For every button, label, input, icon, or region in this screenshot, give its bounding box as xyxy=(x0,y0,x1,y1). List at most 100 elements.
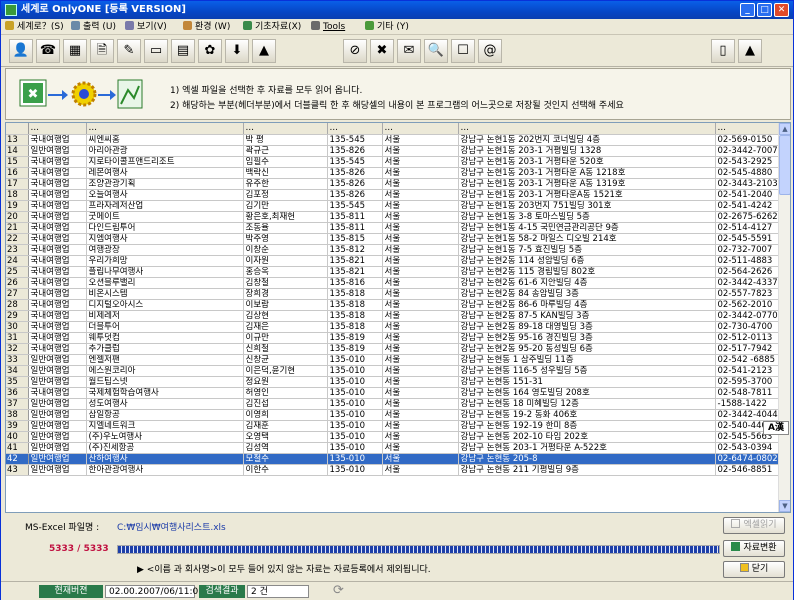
table-cell[interactable]: 135-826 xyxy=(327,189,383,201)
row-number[interactable] xyxy=(6,123,29,135)
table-cell[interactable]: 02-730-4700 xyxy=(715,321,780,333)
blank-page-button[interactable]: ☐ xyxy=(451,39,475,63)
table-cell[interactable]: 서울 xyxy=(382,134,459,146)
row-number[interactable]: 39 xyxy=(6,420,29,432)
email-button[interactable]: ✉ xyxy=(397,39,421,63)
row-number[interactable]: 42 xyxy=(6,453,29,465)
table-cell[interactable]: 강남구 논현2동 115 경림빌딩 802호 xyxy=(458,266,716,278)
table-cell[interactable]: 서울 xyxy=(382,310,459,322)
table-cell[interactable]: 02-517-7942 xyxy=(715,343,780,355)
table-cell[interactable]: 에스원코리아 xyxy=(86,365,244,377)
table-cell[interactable]: 국내여행업 xyxy=(28,233,87,245)
table-cell[interactable]: 서울 xyxy=(382,398,459,410)
row-number[interactable]: 43 xyxy=(6,464,29,476)
table-row[interactable]: 15 국내여행업 지로타이콜프앤드리조트 임필수 135-545 서울 강남구 논현1동 2… xyxy=(6,156,780,168)
row-number[interactable]: 41 xyxy=(6,442,29,454)
table-row[interactable]: 16 국내여행업 레몬여행사 백락신 135-826 서울 강남구 논현1동 203-1 거… xyxy=(6,167,780,179)
table-cell[interactable]: 국제체험학습여행사 xyxy=(86,387,244,399)
close-dialog-button[interactable]: 닫기 xyxy=(723,561,785,578)
table-row[interactable]: 23 국내여행업 여행광장 이창순 135-812 서울 강남구 논현1동 7-5 효진빌딩… xyxy=(6,244,780,256)
table-cell[interactable]: 서울 xyxy=(382,299,459,311)
table-cell[interactable]: 135-010 xyxy=(327,420,383,432)
table-cell[interactable]: 곽규근 xyxy=(243,145,328,157)
table-row[interactable]: 29 국내여행업 비제레저 김상현 135-818 서울 강남구 논현2동 87-5 KAN… xyxy=(6,310,780,322)
table-cell[interactable]: 02-514-4127 xyxy=(715,222,780,234)
table-cell[interactable]: 서울 xyxy=(382,332,459,344)
table-cell[interactable]: 강남구 논현동 18 미혜빌딩 12층 xyxy=(458,398,716,410)
table-cell[interactable]: 박 평 xyxy=(243,134,328,146)
table-row[interactable]: 32 국내여행업 추가클럽 신희철 135-819 서울 강남구 논현2동 95-20 동성… xyxy=(6,343,780,355)
table-cell[interactable]: 웨투덧컴 xyxy=(86,332,244,344)
table-row[interactable]: 33 일반여행업 엔젤저팬 신창균 135-010 서울 강남구 논현동 1 삼주빌딩 11… xyxy=(6,354,780,366)
row-number[interactable]: 27 xyxy=(6,288,29,300)
table-cell[interactable]: 서울 xyxy=(382,244,459,256)
table-cell[interactable]: 135-010 xyxy=(327,376,383,388)
table-cell[interactable]: … xyxy=(715,123,780,135)
table-cell[interactable]: 서울 xyxy=(382,233,459,245)
row-number[interactable]: 24 xyxy=(6,255,29,267)
row-number[interactable]: 38 xyxy=(6,409,29,421)
table-cell[interactable]: 비제레저 xyxy=(86,310,244,322)
table-cell[interactable]: 135-010 xyxy=(327,464,383,476)
table-cell[interactable]: 조동율 xyxy=(243,222,328,234)
table-cell[interactable]: 국내여행업 xyxy=(28,156,87,168)
table-row[interactable]: 38 일반여행업 삼일항공 이영희 135-010 서울 강남구 논현동 19-2 동화 4… xyxy=(6,409,780,421)
monitor-button[interactable]: ▭ xyxy=(144,39,168,63)
table-row[interactable]: 34 일반여행업 에스원코리아 이은덕,윤기현 135-010 서울 강남구 논현동 116… xyxy=(6,365,780,377)
table-cell[interactable]: 서울 xyxy=(382,365,459,377)
maximize-button[interactable]: □ xyxy=(757,3,772,17)
table-cell[interactable]: 서울 xyxy=(382,277,459,289)
row-number[interactable]: 17 xyxy=(6,178,29,190)
exit-door-button[interactable]: ▯ xyxy=(711,39,735,63)
table-cell[interactable]: 한아관광여행사 xyxy=(86,464,244,476)
table-cell[interactable]: 엔젤저팬 xyxy=(86,354,244,366)
table-cell[interactable]: 국내여행업 xyxy=(28,244,87,256)
table-cell[interactable]: 강남구 논현1동 203-1 거평타운 520호 xyxy=(458,156,716,168)
table-cell[interactable]: … xyxy=(327,123,383,135)
minimize-button[interactable]: _ xyxy=(740,3,755,17)
table-row[interactable]: 17 국내여행업 조양관광기획 유주한 135-826 서울 강남구 논현1동 203-1 … xyxy=(6,178,780,190)
table-cell[interactable]: 국내여행업 xyxy=(28,200,87,212)
table-cell[interactable]: 프라자레저산업 xyxy=(86,200,244,212)
calendar-button[interactable]: ▤ xyxy=(171,39,195,63)
document-button[interactable]: 🗎 xyxy=(90,39,114,63)
table-cell[interactable]: 서울 xyxy=(382,453,459,465)
table-cell[interactable]: … xyxy=(86,123,244,135)
table-row[interactable]: 26 국내여행업 오션블루밸리 김창철 135-816 서울 강남구 논현2동 61-6 지… xyxy=(6,277,780,289)
table-row[interactable]: 42 일반여행업 산하여행사 모철수 135-010 서울 강남구 논현동 205-8 02-… xyxy=(6,453,780,465)
table-cell[interactable]: 국내여행업 xyxy=(28,299,87,311)
table-cell[interactable]: 홍승옥 xyxy=(243,266,328,278)
table-cell[interactable]: 135-819 xyxy=(327,332,383,344)
table-cell[interactable]: 국내여행업 xyxy=(28,255,87,267)
table-cell[interactable]: 김성역 xyxy=(243,442,328,454)
table-cell[interactable]: 일반여행업 xyxy=(28,145,87,157)
table-cell[interactable]: 이한수 xyxy=(243,464,328,476)
table-row[interactable]: 27 국내여행업 비온시스템 장희경 135-818 서울 강남구 논현2동 84 송암빌딩… xyxy=(6,288,780,300)
table-cell[interactable]: … xyxy=(28,123,87,135)
table-cell[interactable]: 국내여행업 xyxy=(28,277,87,289)
table-row[interactable]: 19 국내여행업 프라자레저산업 김기만 135-545 서울 강남구 논현1동 203번지… xyxy=(6,200,780,212)
row-number[interactable]: 20 xyxy=(6,211,29,223)
row-number[interactable]: 28 xyxy=(6,299,29,311)
table-row[interactable]: 40 일반여행업 (주)우노여행사 오영택 135-010 서울 강남구 논현동 202-1… xyxy=(6,431,780,443)
table-cell[interactable]: 일반여행업 xyxy=(28,365,87,377)
table-header-row[interactable]: ………………… xyxy=(6,123,780,135)
table-cell[interactable]: 일반여행업 xyxy=(28,442,87,454)
table-cell[interactable]: 일반여행업 xyxy=(28,354,87,366)
row-number[interactable]: 14 xyxy=(6,145,29,157)
row-number[interactable]: 36 xyxy=(6,387,29,399)
excel-button[interactable]: ✖ xyxy=(370,39,394,63)
menu-help[interactable]: 세계로？(S) xyxy=(5,20,64,34)
table-row[interactable]: 35 일반여행업 월드팁스넷 정요원 135-010 서울 강남구 논현동 151-31 02… xyxy=(6,376,780,388)
table-cell[interactable]: 서울 xyxy=(382,343,459,355)
table-cell[interactable]: 02-2675-6262 xyxy=(715,211,780,223)
table-cell[interactable]: 02-6474-0802 xyxy=(715,453,780,465)
table-cell[interactable]: 장희경 xyxy=(243,288,328,300)
table-cell[interactable]: 강남구 논현동 205-8 xyxy=(458,453,716,465)
table-cell[interactable]: 오늘여행사 xyxy=(86,189,244,201)
tools-button[interactable]: ✿ xyxy=(198,39,222,63)
table-cell[interactable]: 135-811 xyxy=(327,211,383,223)
table-cell[interactable]: 김포정 xyxy=(243,189,328,201)
table-cell[interactable]: 국내여행업 xyxy=(28,387,87,399)
row-number[interactable]: 31 xyxy=(6,332,29,344)
